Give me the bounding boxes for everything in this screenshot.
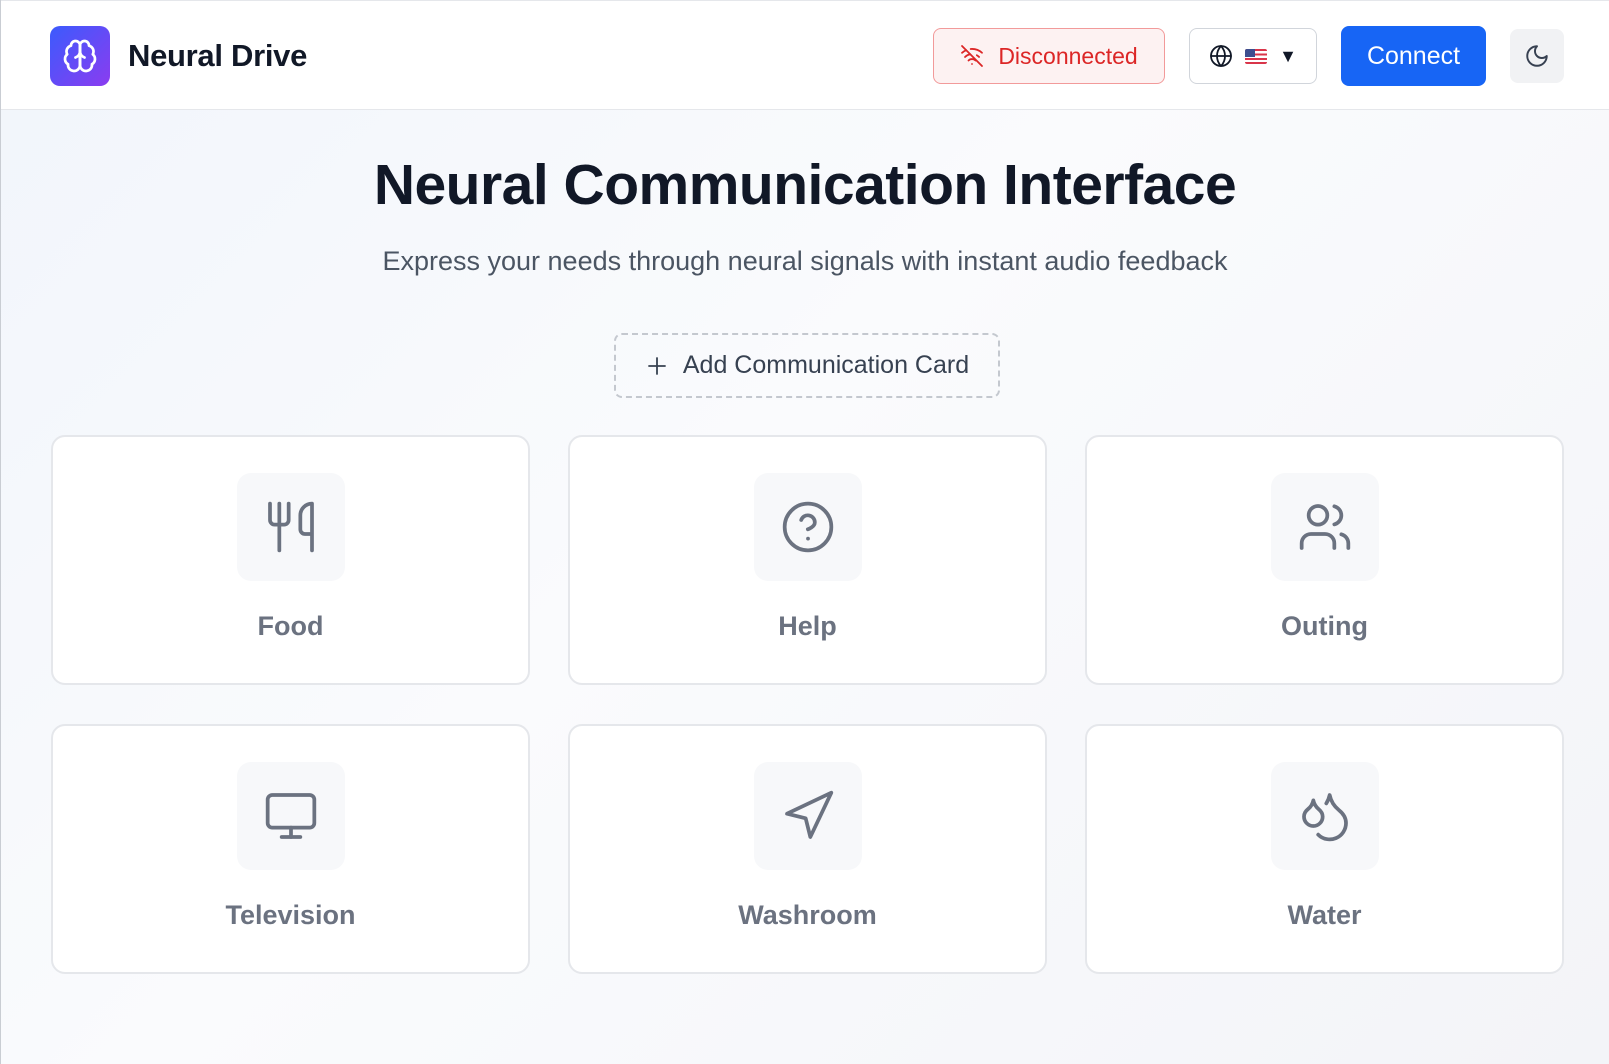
language-selector[interactable]: ▼ [1189,28,1317,84]
globe-icon [1210,45,1232,67]
connection-status-badge[interactable]: Disconnected [933,28,1165,84]
moon-icon [1526,45,1548,67]
app-title: Neural Drive [128,38,308,73]
card-label: Food [257,611,324,641]
chevron-down-icon: ▼ [1279,45,1297,66]
card-icon-tile [753,473,862,581]
card-label: Washroom [738,900,877,930]
app-window: Neural Drive Disconnected ▼ Connect Neur… [0,0,1609,1064]
add-communication-card-button[interactable]: Add Communication Card [614,333,1000,398]
users-icon [1299,504,1350,550]
theme-toggle-button[interactable] [1510,29,1564,83]
page-subtitle: Express your needs through neural signal… [382,246,1228,276]
us-flag-icon [1245,48,1268,64]
add-card-label: Add Communication Card [682,351,970,379]
card-help[interactable]: Help [568,435,1047,685]
connection-status-label: Disconnected [998,42,1138,69]
help-circle-icon [782,501,833,553]
card-icon-tile [236,762,345,870]
brain-icon [63,39,97,73]
card-food[interactable]: Food [51,435,530,685]
utensils-icon [267,501,314,553]
app-logo [50,26,110,86]
plus-icon [647,356,666,375]
card-label: Help [778,611,837,641]
wifi-off-icon [961,45,984,67]
page-title: Neural Communication Interface [373,153,1237,217]
card-water[interactable]: Water [1085,724,1564,974]
monitor-icon [265,793,316,839]
droplets-icon [1301,793,1348,842]
card-label: Water [1287,900,1362,930]
card-icon-tile [1270,762,1379,870]
navigation-icon [784,790,833,839]
card-icon-tile [1270,473,1379,581]
card-icon-tile [236,473,345,581]
card-icon-tile [753,762,862,870]
connect-button[interactable]: Connect [1341,26,1486,86]
top-bar: Neural Drive Disconnected ▼ Connect [1,0,1609,110]
card-outing[interactable]: Outing [1085,435,1564,685]
communication-card-grid: Food Help Outing Television Washroom Wat… [51,435,1564,974]
card-washroom[interactable]: Washroom [568,724,1047,974]
card-label: Television [225,900,356,930]
card-television[interactable]: Television [51,724,530,974]
card-label: Outing [1281,611,1368,641]
